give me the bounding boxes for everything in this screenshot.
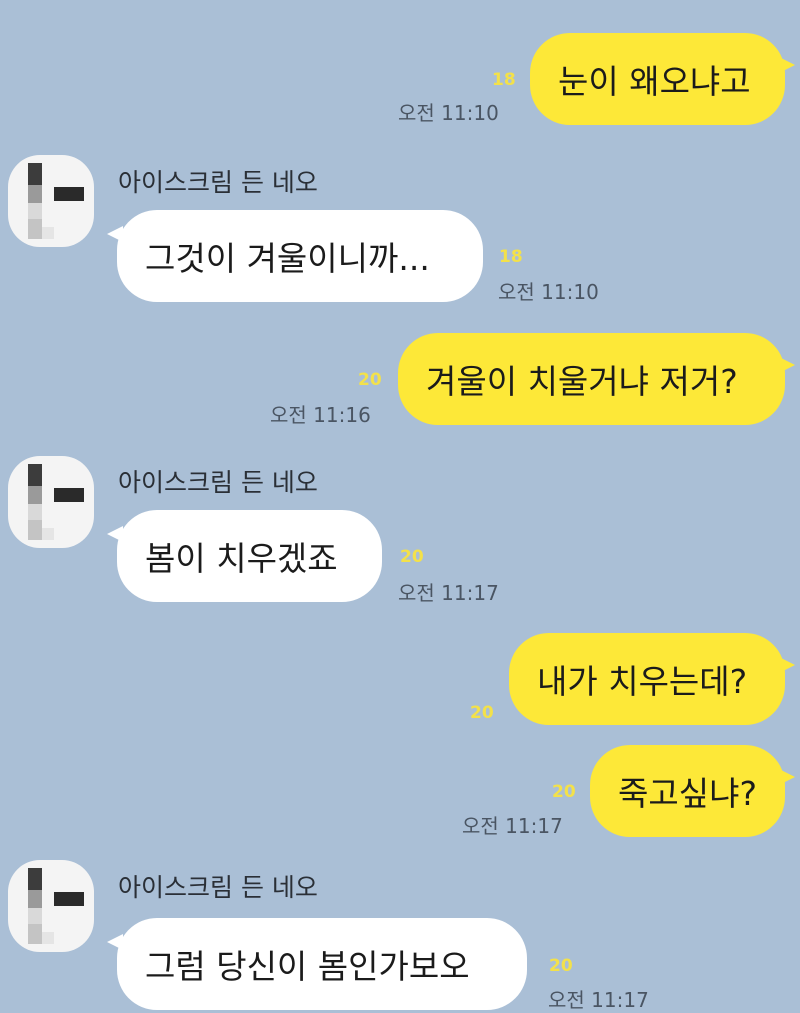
unread-count: 20 xyxy=(358,370,382,390)
message-bubble-received[interactable]: 그럼 당신이 봄인가보오 xyxy=(107,918,527,1010)
message-text: 겨울이 치울거냐 저거? xyxy=(426,362,738,401)
message-timestamp: 오전 11:17 xyxy=(398,581,499,605)
message-bubble-sent[interactable]: 죽고싶냐? xyxy=(590,745,795,837)
unread-count: 20 xyxy=(552,782,576,802)
message-bubble-sent[interactable]: 겨울이 치울거냐 저거? xyxy=(398,333,795,425)
message-timestamp: 오전 11:10 xyxy=(498,280,599,304)
unread-count: 20 xyxy=(470,703,494,723)
message-timestamp: 오전 11:10 xyxy=(398,101,499,125)
contact-avatar[interactable] xyxy=(8,860,94,952)
message-text: 눈이 왜오냐고 xyxy=(558,62,751,101)
message-bubble-sent[interactable]: 눈이 왜오냐고 xyxy=(530,33,795,125)
message-text: 내가 치우는데? xyxy=(537,662,748,701)
message-timestamp: 오전 11:16 xyxy=(270,403,371,427)
message-text: 그것이 겨울이니까... xyxy=(145,239,430,278)
message-text: 봄이 치우겠죠 xyxy=(145,539,338,578)
message-bubble-received[interactable]: 봄이 치우겠죠 xyxy=(107,510,382,602)
message-text: 그럼 당신이 봄인가보오 xyxy=(145,947,470,986)
message-timestamp: 오전 11:17 xyxy=(462,814,563,838)
contact-name: 아이스크림 든 네오 xyxy=(118,873,318,902)
unread-count: 18 xyxy=(492,70,516,90)
unread-count: 20 xyxy=(549,956,573,976)
unread-count: 18 xyxy=(499,247,523,267)
contact-name: 아이스크림 든 네오 xyxy=(118,168,318,197)
contact-name: 아이스크림 든 네오 xyxy=(118,468,318,497)
message-bubble-received[interactable]: 그것이 겨울이니까... xyxy=(107,210,483,302)
message-timestamp: 오전 11:17 xyxy=(548,988,649,1012)
contact-avatar[interactable] xyxy=(8,456,94,548)
message-text: 죽고싶냐? xyxy=(618,774,757,813)
message-bubble-sent[interactable]: 내가 치우는데? xyxy=(509,633,795,725)
unread-count: 20 xyxy=(400,547,424,567)
chat-room[interactable]: 눈이 왜오냐고 18 오전 11:10 아이스크림 든 네오 그것이 겨울이니까… xyxy=(0,0,800,1012)
contact-avatar[interactable] xyxy=(8,155,94,247)
